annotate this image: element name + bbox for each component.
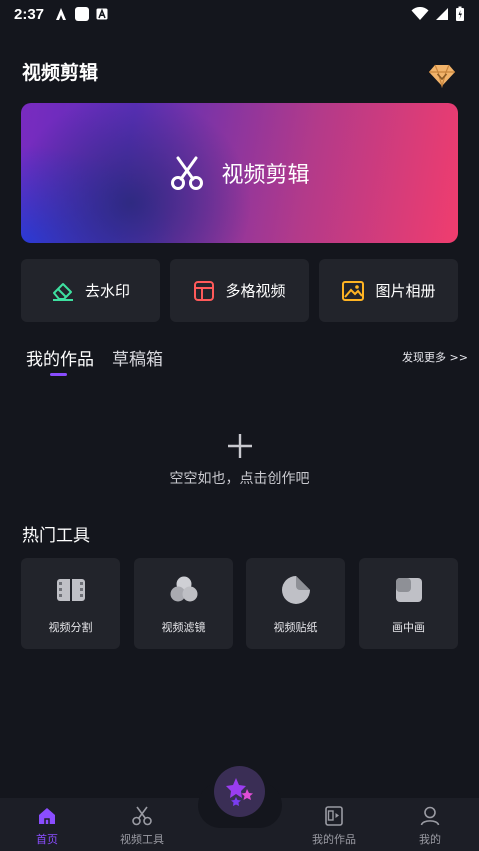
video-edit-banner[interactable]: 视频剪辑 <box>21 103 458 243</box>
filter-circles-icon <box>170 576 197 602</box>
empty-state-text: 空空如也，点击创作吧 <box>169 471 310 487</box>
nav-video-tools[interactable]: 视频工具 <box>120 806 164 847</box>
tool-picture-in-picture[interactable]: 画中画 <box>359 558 458 649</box>
tool-video-filter[interactable]: 视频滤镜 <box>134 558 233 649</box>
create-button[interactable] <box>214 766 265 817</box>
tab-my-works[interactable]: 我的作品 <box>26 345 94 376</box>
discover-more-link[interactable]: 发现更多 >> <box>402 349 468 365</box>
grid-layout-icon <box>194 280 215 301</box>
tool-video-split-label: 视频分割 <box>48 621 93 634</box>
user-icon <box>420 806 440 826</box>
tab-my-works-label: 我的作品 <box>26 350 94 370</box>
nav-my-works-label: 我的作品 <box>312 833 356 846</box>
eraser-icon <box>52 282 73 301</box>
multi-grid-video-button[interactable]: 多格视频 <box>170 259 309 322</box>
status-time: 2:37 <box>14 5 45 23</box>
tool-video-split[interactable]: 视频分割 <box>21 558 120 649</box>
nav-profile[interactable]: 我的 <box>419 806 441 847</box>
status-bar: 2:37 <box>0 0 479 28</box>
nav-my-works[interactable]: 我的作品 <box>312 806 356 847</box>
app-square-icon <box>75 7 90 21</box>
tool-video-sticker-label: 视频贴纸 <box>273 621 318 634</box>
wifi-icon <box>411 7 429 20</box>
picture-in-picture-icon <box>395 578 422 602</box>
nav-profile-label: 我的 <box>419 833 441 846</box>
hot-tools-title: 热门工具 <box>22 526 90 546</box>
sticker-icon <box>281 576 310 604</box>
vip-diamond-icon[interactable] <box>428 62 456 88</box>
remove-watermark-button[interactable]: 去水印 <box>21 259 160 322</box>
banner-label: 视频剪辑 <box>221 163 310 188</box>
tool-picture-in-picture-label: 画中画 <box>392 621 425 634</box>
works-icon <box>325 806 343 826</box>
notification-icons <box>54 6 108 22</box>
scissors-icon <box>132 806 152 826</box>
nav-home-label: 首页 <box>36 833 58 846</box>
active-tab-indicator <box>50 373 67 376</box>
signal-icon <box>436 8 448 20</box>
film-split-icon <box>56 577 85 603</box>
battery-icon <box>456 6 464 21</box>
stars-create-icon <box>225 777 253 806</box>
photo-album-button[interactable]: 图片相册 <box>319 259 458 322</box>
page-title: 视频剪辑 <box>22 62 99 84</box>
tab-drafts[interactable]: 草稿箱 <box>112 345 163 370</box>
works-tabs: 我的作品 草稿箱 <box>26 345 163 376</box>
photo-album-label: 图片相册 <box>375 282 436 300</box>
home-icon <box>39 808 55 824</box>
app-notification-icon <box>56 8 67 20</box>
photo-album-icon <box>342 280 365 301</box>
nav-home[interactable]: 首页 <box>36 806 58 847</box>
nav-video-tools-label: 视频工具 <box>120 833 164 846</box>
tab-drafts-label: 草稿箱 <box>112 350 163 370</box>
tool-video-sticker[interactable]: 视频贴纸 <box>246 558 345 649</box>
tool-video-filter-label: 视频滤镜 <box>161 621 206 634</box>
remove-watermark-label: 去水印 <box>84 282 130 300</box>
scissors-icon <box>171 156 204 190</box>
multi-grid-video-label: 多格视频 <box>225 282 286 300</box>
add-icon[interactable] <box>227 433 253 459</box>
app-a-icon <box>96 8 108 20</box>
